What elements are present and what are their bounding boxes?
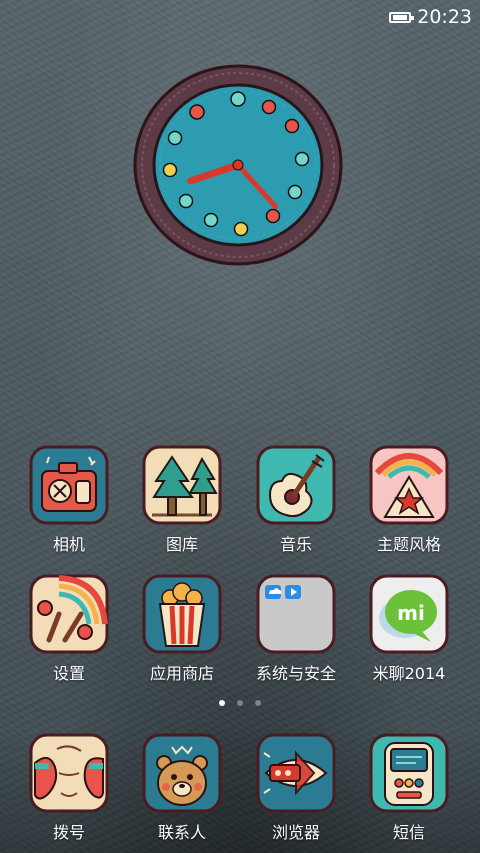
app-label: 系统与安全 — [255, 664, 336, 683]
app-label: 拨号 — [52, 823, 85, 842]
dock-browser[interactable]: 浏览器 — [241, 733, 351, 853]
analog-clock-icon — [133, 64, 343, 266]
browser-icon — [256, 733, 336, 813]
app-music[interactable]: 音乐 — [241, 445, 351, 565]
gallery-icon — [142, 445, 222, 525]
miliao-icon: mi — [369, 574, 449, 654]
app-camera[interactable]: 相机 — [14, 445, 124, 565]
app-settings[interactable]: 设置 — [14, 574, 124, 694]
app-store-icon — [142, 574, 222, 654]
svg-text:mi: mi — [397, 601, 425, 625]
app-label: 米聊2014 — [372, 664, 446, 683]
contacts-icon — [142, 733, 222, 813]
settings-icon — [29, 574, 109, 654]
clock-widget[interactable] — [132, 62, 344, 268]
app-miliao[interactable]: mi 米聊2014 — [354, 574, 464, 694]
app-gallery[interactable]: 图库 — [127, 445, 237, 565]
status-time: 20:23 — [417, 6, 472, 28]
app-label: 浏览器 — [271, 823, 320, 842]
app-label: 设置 — [52, 664, 85, 683]
page-dot-1[interactable] — [219, 700, 225, 706]
system-security-folder-icon — [256, 574, 336, 654]
app-theme[interactable]: 主题风格 — [354, 445, 464, 565]
page-dot-3[interactable] — [255, 700, 261, 706]
page-dot-2[interactable] — [237, 700, 243, 706]
battery-icon — [389, 11, 415, 23]
app-store[interactable]: 应用商店 — [127, 574, 237, 694]
app-label: 主题风格 — [376, 535, 441, 554]
theme-icon — [369, 445, 449, 525]
app-label: 图库 — [165, 535, 198, 554]
camera-icon — [29, 445, 109, 525]
status-bar: 20:23 — [0, 0, 480, 34]
app-label: 应用商店 — [149, 664, 214, 683]
dialer-icon — [29, 733, 109, 813]
messages-icon — [369, 733, 449, 813]
app-folder-system-security[interactable]: 系统与安全 — [241, 574, 351, 694]
app-label: 相机 — [52, 535, 85, 554]
page-indicator — [0, 700, 480, 706]
dock-contacts[interactable]: 联系人 — [127, 733, 237, 853]
music-icon — [256, 445, 336, 525]
app-label: 短信 — [392, 823, 425, 842]
dock-dialer[interactable]: 拨号 — [14, 733, 124, 853]
app-label: 音乐 — [279, 535, 312, 554]
app-label: 联系人 — [157, 823, 206, 842]
dock-messages[interactable]: 短信 — [354, 733, 464, 853]
